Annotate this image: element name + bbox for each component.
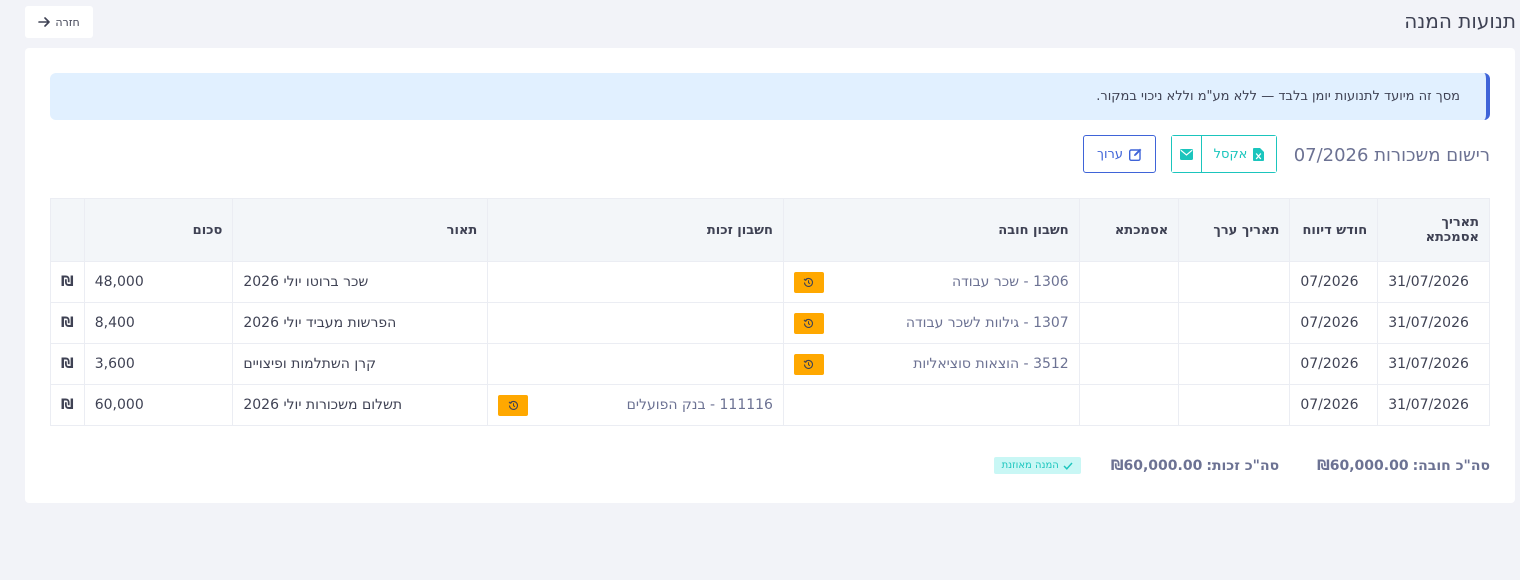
debit-account-name[interactable]: 3512 - הוצאות סוציאליות bbox=[913, 356, 1068, 372]
debit-account-cell bbox=[782, 384, 1080, 426]
balanced-badge: המנה מאוזנת bbox=[993, 457, 1081, 474]
credit-account-cell: 111116 - בנק הפועלים bbox=[487, 384, 784, 426]
credit-total: סה"כ זכות: ₪60,000.00 bbox=[1111, 458, 1279, 474]
debit-total-value: ₪60,000.00 bbox=[1317, 457, 1409, 474]
debit-account-name[interactable]: 1306 - שכר עבודה bbox=[952, 274, 1069, 290]
amount-cell: 3,600 bbox=[83, 343, 234, 385]
history-icon bbox=[804, 318, 814, 328]
col-credit-account: חשבון זכות bbox=[487, 198, 784, 262]
envelope-icon bbox=[1180, 148, 1193, 160]
excel-label: אקסל bbox=[1213, 146, 1248, 162]
value-date-cell bbox=[1178, 261, 1291, 303]
check-icon bbox=[1063, 462, 1073, 470]
credit-total-label: סה"כ זכות: bbox=[1206, 457, 1280, 474]
page-title: תנועות המנה bbox=[1404, 9, 1516, 33]
table-row: 31/07/2026 07/2026 111116 - בנק הפועלים … bbox=[50, 384, 1490, 426]
history-icon bbox=[508, 400, 518, 410]
credit-account-cell bbox=[487, 302, 784, 344]
history-button[interactable] bbox=[793, 353, 824, 375]
credit-total-value: ₪60,000.00 bbox=[1110, 457, 1203, 474]
col-actions bbox=[50, 198, 85, 262]
reference-cell bbox=[1078, 261, 1180, 303]
description-cell: קרן השתלמות ופיצויים bbox=[232, 343, 489, 385]
col-report-month: חודש דיווח bbox=[1289, 198, 1379, 262]
balanced-label: המנה מאוזנת bbox=[1001, 460, 1059, 471]
currency-cell: ₪ bbox=[50, 302, 85, 344]
value-date-cell bbox=[1178, 343, 1291, 385]
edit-label: ערוך bbox=[1097, 146, 1123, 162]
info-alert: מסך זה מיועד לתנועות יומן בלבד — ללא מע"… bbox=[50, 73, 1490, 120]
currency-cell: ₪ bbox=[50, 343, 85, 385]
ref-date-cell: 31/07/2026 bbox=[1377, 302, 1490, 344]
table-row: 31/07/2026 07/2026 3512 - הוצאות סוציאלי… bbox=[50, 343, 1490, 385]
reference-cell bbox=[1078, 302, 1180, 344]
debit-account-name[interactable]: 1307 - גילוות לשכר עבודה bbox=[906, 315, 1069, 331]
credit-account-cell bbox=[487, 343, 784, 385]
batch-title: רישום משכורות 07/2026 bbox=[1293, 145, 1490, 166]
ref-date-cell: 31/07/2026 bbox=[1377, 384, 1490, 426]
table-header-row: תאריך אסמכתא חודש דיווח תאריך ערך אסמכתא… bbox=[50, 198, 1490, 262]
debit-total-label: סה"כ חובה: bbox=[1412, 457, 1490, 474]
back-button[interactable]: חזרה bbox=[25, 6, 93, 38]
journal-table: תאריך אסמכתא חודש דיווח תאריך ערך אסמכתא… bbox=[50, 198, 1490, 426]
debit-account-cell: 3512 - הוצאות סוציאליות bbox=[782, 343, 1080, 385]
col-description: תאור bbox=[232, 198, 489, 262]
report-month-cell: 07/2026 bbox=[1289, 384, 1379, 426]
history-button[interactable] bbox=[793, 271, 824, 293]
credit-account-cell bbox=[487, 261, 784, 303]
totals-bar: סה"כ חובה: ₪60,000.00 סה"כ זכות: ₪60,000… bbox=[993, 457, 1490, 474]
back-label: חזרה bbox=[55, 15, 80, 29]
report-month-cell: 07/2026 bbox=[1289, 302, 1379, 344]
file-excel-icon bbox=[1253, 147, 1265, 161]
currency-cell: ₪ bbox=[50, 384, 85, 426]
col-amount: סכום bbox=[83, 198, 234, 262]
amount-cell: 8,400 bbox=[83, 302, 234, 344]
report-month-cell: 07/2026 bbox=[1289, 343, 1379, 385]
debit-account-cell: 1307 - גילוות לשכר עבודה bbox=[782, 302, 1080, 344]
value-date-cell bbox=[1178, 384, 1291, 426]
reference-cell bbox=[1078, 343, 1180, 385]
export-button-group: אקסל bbox=[1171, 135, 1277, 173]
ref-date-cell: 31/07/2026 bbox=[1377, 343, 1490, 385]
col-ref-date: תאריך אסמכתא bbox=[1377, 198, 1490, 262]
debit-account-cell: 1306 - שכר עבודה bbox=[782, 261, 1080, 303]
debit-total: סה"כ חובה: ₪60,000.00 bbox=[1317, 458, 1490, 474]
table-row: 31/07/2026 07/2026 1306 - שכר עבודה שכר … bbox=[50, 261, 1490, 303]
amount-cell: 60,000 bbox=[83, 384, 234, 426]
pen-square-icon bbox=[1129, 148, 1142, 161]
ref-date-cell: 31/07/2026 bbox=[1377, 261, 1490, 303]
report-month-cell: 07/2026 bbox=[1289, 261, 1379, 303]
alert-text: מסך זה מיועד לתנועות יומן בלבד — ללא מע"… bbox=[1096, 89, 1460, 104]
table-row: 31/07/2026 07/2026 1307 - גילוות לשכר עב… bbox=[50, 302, 1490, 344]
amount-cell: 48,000 bbox=[83, 261, 234, 303]
history-button[interactable] bbox=[498, 394, 529, 416]
col-debit-account: חשבון חובה bbox=[782, 198, 1080, 262]
email-button[interactable] bbox=[1172, 136, 1202, 172]
history-button[interactable] bbox=[793, 312, 824, 334]
arrow-right-icon bbox=[38, 17, 51, 27]
edit-button[interactable]: ערוך bbox=[1083, 135, 1156, 173]
col-reference: אסמכתא bbox=[1078, 198, 1180, 262]
excel-export-button[interactable]: אקסל bbox=[1202, 136, 1276, 172]
description-cell: הפרשות מעביד יולי 2026 bbox=[232, 302, 489, 344]
description-cell: תשלום משכורות יולי 2026 bbox=[232, 384, 489, 426]
journal-card: מסך זה מיועד לתנועות יומן בלבד — ללא מע"… bbox=[25, 48, 1515, 503]
history-icon bbox=[804, 359, 814, 369]
col-value-date: תאריך ערך bbox=[1178, 198, 1291, 262]
reference-cell bbox=[1078, 384, 1180, 426]
value-date-cell bbox=[1178, 302, 1291, 344]
credit-account-name[interactable]: 111116 - בנק הפועלים bbox=[627, 397, 773, 413]
currency-cell: ₪ bbox=[50, 261, 85, 303]
history-icon bbox=[804, 277, 814, 287]
description-cell: שכר ברוטו יולי 2026 bbox=[232, 261, 489, 303]
